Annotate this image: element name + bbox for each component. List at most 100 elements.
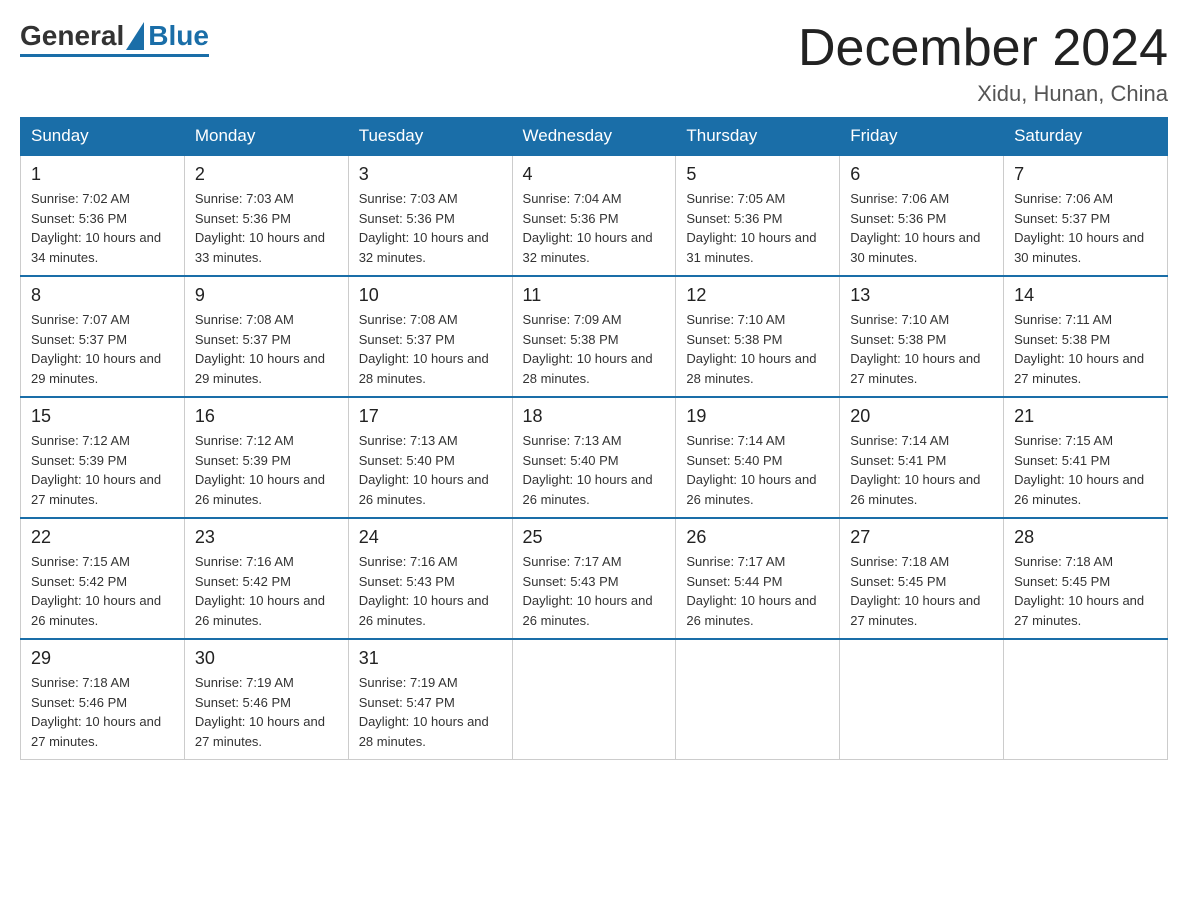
- logo-blue-text: Blue: [148, 20, 209, 52]
- calendar-cell: 26 Sunrise: 7:17 AMSunset: 5:44 PMDaylig…: [676, 518, 840, 639]
- day-info: Sunrise: 7:15 AMSunset: 5:41 PMDaylight:…: [1014, 433, 1144, 507]
- calendar-cell: 29 Sunrise: 7:18 AMSunset: 5:46 PMDaylig…: [21, 639, 185, 760]
- day-number: 1: [31, 164, 174, 185]
- day-info: Sunrise: 7:06 AMSunset: 5:36 PMDaylight:…: [850, 191, 980, 265]
- day-info: Sunrise: 7:18 AMSunset: 5:46 PMDaylight:…: [31, 675, 161, 749]
- calendar-cell: 1 Sunrise: 7:02 AMSunset: 5:36 PMDayligh…: [21, 155, 185, 276]
- day-info: Sunrise: 7:06 AMSunset: 5:37 PMDaylight:…: [1014, 191, 1144, 265]
- week-row-5: 29 Sunrise: 7:18 AMSunset: 5:46 PMDaylig…: [21, 639, 1168, 760]
- day-info: Sunrise: 7:16 AMSunset: 5:42 PMDaylight:…: [195, 554, 325, 628]
- col-sunday: Sunday: [21, 118, 185, 156]
- calendar-cell: 2 Sunrise: 7:03 AMSunset: 5:36 PMDayligh…: [184, 155, 348, 276]
- day-number: 29: [31, 648, 174, 669]
- col-friday: Friday: [840, 118, 1004, 156]
- day-number: 25: [523, 527, 666, 548]
- day-info: Sunrise: 7:14 AMSunset: 5:41 PMDaylight:…: [850, 433, 980, 507]
- calendar-cell: 16 Sunrise: 7:12 AMSunset: 5:39 PMDaylig…: [184, 397, 348, 518]
- day-info: Sunrise: 7:03 AMSunset: 5:36 PMDaylight:…: [195, 191, 325, 265]
- day-number: 5: [686, 164, 829, 185]
- day-number: 28: [1014, 527, 1157, 548]
- calendar-cell: 28 Sunrise: 7:18 AMSunset: 5:45 PMDaylig…: [1004, 518, 1168, 639]
- title-section: December 2024 Xidu, Hunan, China: [798, 20, 1168, 107]
- calendar-cell: 21 Sunrise: 7:15 AMSunset: 5:41 PMDaylig…: [1004, 397, 1168, 518]
- day-info: Sunrise: 7:09 AMSunset: 5:38 PMDaylight:…: [523, 312, 653, 386]
- col-monday: Monday: [184, 118, 348, 156]
- col-saturday: Saturday: [1004, 118, 1168, 156]
- day-number: 31: [359, 648, 502, 669]
- calendar-cell: [840, 639, 1004, 760]
- day-info: Sunrise: 7:15 AMSunset: 5:42 PMDaylight:…: [31, 554, 161, 628]
- day-number: 3: [359, 164, 502, 185]
- calendar-cell: 13 Sunrise: 7:10 AMSunset: 5:38 PMDaylig…: [840, 276, 1004, 397]
- logo-triangle-icon: [126, 22, 144, 50]
- calendar-cell: 3 Sunrise: 7:03 AMSunset: 5:36 PMDayligh…: [348, 155, 512, 276]
- calendar-cell: 6 Sunrise: 7:06 AMSunset: 5:36 PMDayligh…: [840, 155, 1004, 276]
- day-number: 18: [523, 406, 666, 427]
- day-info: Sunrise: 7:11 AMSunset: 5:38 PMDaylight:…: [1014, 312, 1144, 386]
- day-number: 8: [31, 285, 174, 306]
- col-thursday: Thursday: [676, 118, 840, 156]
- day-number: 2: [195, 164, 338, 185]
- calendar-body: 1 Sunrise: 7:02 AMSunset: 5:36 PMDayligh…: [21, 155, 1168, 760]
- day-info: Sunrise: 7:13 AMSunset: 5:40 PMDaylight:…: [359, 433, 489, 507]
- day-number: 12: [686, 285, 829, 306]
- calendar-cell: 17 Sunrise: 7:13 AMSunset: 5:40 PMDaylig…: [348, 397, 512, 518]
- calendar-cell: 24 Sunrise: 7:16 AMSunset: 5:43 PMDaylig…: [348, 518, 512, 639]
- day-number: 22: [31, 527, 174, 548]
- day-info: Sunrise: 7:04 AMSunset: 5:36 PMDaylight:…: [523, 191, 653, 265]
- calendar-cell: 27 Sunrise: 7:18 AMSunset: 5:45 PMDaylig…: [840, 518, 1004, 639]
- day-number: 23: [195, 527, 338, 548]
- calendar-cell: 23 Sunrise: 7:16 AMSunset: 5:42 PMDaylig…: [184, 518, 348, 639]
- day-number: 13: [850, 285, 993, 306]
- day-info: Sunrise: 7:18 AMSunset: 5:45 PMDaylight:…: [1014, 554, 1144, 628]
- logo-underline: [20, 54, 209, 57]
- header-row: Sunday Monday Tuesday Wednesday Thursday…: [21, 118, 1168, 156]
- day-number: 15: [31, 406, 174, 427]
- logo: General Blue: [20, 20, 209, 57]
- day-info: Sunrise: 7:08 AMSunset: 5:37 PMDaylight:…: [359, 312, 489, 386]
- day-info: Sunrise: 7:10 AMSunset: 5:38 PMDaylight:…: [686, 312, 816, 386]
- day-number: 14: [1014, 285, 1157, 306]
- col-wednesday: Wednesday: [512, 118, 676, 156]
- day-number: 4: [523, 164, 666, 185]
- day-info: Sunrise: 7:07 AMSunset: 5:37 PMDaylight:…: [31, 312, 161, 386]
- calendar-cell: 12 Sunrise: 7:10 AMSunset: 5:38 PMDaylig…: [676, 276, 840, 397]
- day-info: Sunrise: 7:17 AMSunset: 5:44 PMDaylight:…: [686, 554, 816, 628]
- week-row-2: 8 Sunrise: 7:07 AMSunset: 5:37 PMDayligh…: [21, 276, 1168, 397]
- calendar-cell: 19 Sunrise: 7:14 AMSunset: 5:40 PMDaylig…: [676, 397, 840, 518]
- day-number: 6: [850, 164, 993, 185]
- day-info: Sunrise: 7:16 AMSunset: 5:43 PMDaylight:…: [359, 554, 489, 628]
- day-number: 20: [850, 406, 993, 427]
- day-number: 30: [195, 648, 338, 669]
- calendar-cell: 22 Sunrise: 7:15 AMSunset: 5:42 PMDaylig…: [21, 518, 185, 639]
- calendar-cell: 20 Sunrise: 7:14 AMSunset: 5:41 PMDaylig…: [840, 397, 1004, 518]
- week-row-3: 15 Sunrise: 7:12 AMSunset: 5:39 PMDaylig…: [21, 397, 1168, 518]
- day-info: Sunrise: 7:14 AMSunset: 5:40 PMDaylight:…: [686, 433, 816, 507]
- logo-general-text: General: [20, 20, 124, 52]
- calendar-cell: 15 Sunrise: 7:12 AMSunset: 5:39 PMDaylig…: [21, 397, 185, 518]
- day-info: Sunrise: 7:17 AMSunset: 5:43 PMDaylight:…: [523, 554, 653, 628]
- day-info: Sunrise: 7:08 AMSunset: 5:37 PMDaylight:…: [195, 312, 325, 386]
- day-info: Sunrise: 7:10 AMSunset: 5:38 PMDaylight:…: [850, 312, 980, 386]
- week-row-4: 22 Sunrise: 7:15 AMSunset: 5:42 PMDaylig…: [21, 518, 1168, 639]
- day-info: Sunrise: 7:12 AMSunset: 5:39 PMDaylight:…: [31, 433, 161, 507]
- day-info: Sunrise: 7:03 AMSunset: 5:36 PMDaylight:…: [359, 191, 489, 265]
- day-number: 16: [195, 406, 338, 427]
- day-info: Sunrise: 7:12 AMSunset: 5:39 PMDaylight:…: [195, 433, 325, 507]
- page-header: General Blue December 2024 Xidu, Hunan, …: [20, 20, 1168, 107]
- calendar-cell: 30 Sunrise: 7:19 AMSunset: 5:46 PMDaylig…: [184, 639, 348, 760]
- calendar-cell: 8 Sunrise: 7:07 AMSunset: 5:37 PMDayligh…: [21, 276, 185, 397]
- day-info: Sunrise: 7:02 AMSunset: 5:36 PMDaylight:…: [31, 191, 161, 265]
- day-number: 27: [850, 527, 993, 548]
- day-number: 10: [359, 285, 502, 306]
- calendar-cell: 25 Sunrise: 7:17 AMSunset: 5:43 PMDaylig…: [512, 518, 676, 639]
- calendar-cell: 11 Sunrise: 7:09 AMSunset: 5:38 PMDaylig…: [512, 276, 676, 397]
- day-info: Sunrise: 7:05 AMSunset: 5:36 PMDaylight:…: [686, 191, 816, 265]
- calendar-cell: 31 Sunrise: 7:19 AMSunset: 5:47 PMDaylig…: [348, 639, 512, 760]
- calendar-cell: [1004, 639, 1168, 760]
- day-number: 19: [686, 406, 829, 427]
- day-number: 21: [1014, 406, 1157, 427]
- calendar-cell: 10 Sunrise: 7:08 AMSunset: 5:37 PMDaylig…: [348, 276, 512, 397]
- day-info: Sunrise: 7:19 AMSunset: 5:46 PMDaylight:…: [195, 675, 325, 749]
- day-number: 17: [359, 406, 502, 427]
